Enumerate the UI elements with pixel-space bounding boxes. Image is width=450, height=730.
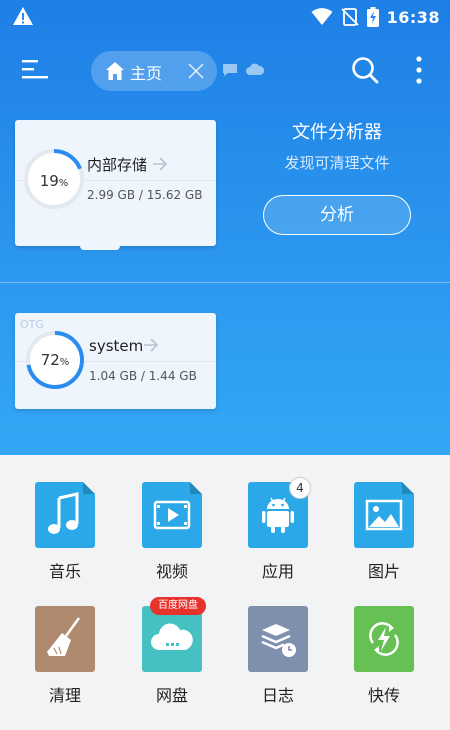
toolbar: 主页	[0, 40, 450, 102]
video-tile	[142, 482, 202, 548]
internal-usage-percent: 19%	[39, 172, 69, 190]
arrow-right-icon	[144, 338, 159, 352]
category-music[interactable]: 音乐	[20, 482, 110, 582]
system-storage-size: 1.04 GB / 1.44 GB	[89, 369, 197, 383]
category-label: 日志	[261, 686, 294, 705]
warning-icon	[13, 7, 33, 25]
category-transfer[interactable]: 快传	[339, 606, 429, 706]
images-tile	[354, 482, 414, 548]
header-area: 16:38 主页 19% 内部存储 2.99 GB / 15.62 GB 文件分…	[0, 0, 450, 455]
category-label: 快传	[367, 686, 400, 705]
internal-storage-card[interactable]: 19% 内部存储 2.99 GB / 15.62 GB	[15, 120, 216, 246]
system-usage-percent: 72%	[40, 351, 70, 369]
analyze-button[interactable]: 分析	[263, 195, 411, 235]
no-signal-icon	[340, 8, 359, 26]
home-icon	[106, 62, 124, 80]
internal-storage-title: 内部存储	[87, 156, 148, 174]
system-storage-card[interactable]: 72% system 1.04 GB / 1.44 GB	[15, 313, 216, 409]
cloud-tab-icon[interactable]	[246, 63, 264, 75]
log-icon	[261, 624, 296, 657]
category-label: 清理	[48, 686, 81, 705]
category-label: 网盘	[155, 686, 188, 705]
netdisk-tile	[142, 606, 202, 672]
tab-home[interactable]: 主页	[91, 51, 217, 91]
category-apps[interactable]: 应用	[233, 482, 323, 582]
broom-icon	[47, 617, 81, 656]
apps-update-badge: 4	[289, 477, 311, 499]
baidu-netdisk-badge: 百度网盘	[150, 597, 206, 615]
analyzer-title: 文件分析器	[292, 122, 382, 143]
wifi-icon	[311, 8, 333, 25]
tab-home-label: 主页	[130, 64, 163, 83]
category-images[interactable]: 图片	[339, 482, 429, 582]
tab-extra-icons	[222, 63, 264, 77]
transfer-icon	[369, 622, 399, 656]
music-tile	[35, 482, 95, 548]
category-log[interactable]: 日志	[233, 606, 323, 706]
category-label: 音乐	[48, 562, 81, 581]
search-icon[interactable]	[350, 55, 380, 85]
internal-storage-size: 2.99 GB / 15.62 GB	[87, 188, 203, 202]
category-clean[interactable]: 清理	[20, 606, 110, 706]
category-video[interactable]: 视频	[127, 482, 217, 582]
clean-tile	[35, 606, 95, 672]
menu-icon[interactable]	[20, 56, 50, 86]
cloud-icon	[151, 623, 193, 650]
arrow-right-icon	[153, 157, 168, 171]
otg-label: OTG	[20, 318, 44, 331]
log-tile	[248, 606, 308, 672]
category-label: 图片	[367, 562, 400, 581]
card-notch	[80, 244, 120, 250]
category-label: 应用	[261, 562, 294, 581]
divider	[0, 282, 450, 283]
status-time: 16:38	[386, 7, 440, 27]
category-grid: 音乐 视频 应用 图片 清理 网盘 日志 快传	[0, 455, 450, 730]
more-vertical-icon[interactable]	[412, 54, 426, 86]
close-tab-icon[interactable]	[187, 62, 205, 80]
transfer-tile	[354, 606, 414, 672]
message-icon[interactable]	[222, 63, 238, 77]
status-bar: 16:38	[0, 0, 450, 34]
category-label: 视频	[155, 562, 188, 581]
system-storage-title: system	[89, 337, 144, 355]
analyzer-subtitle: 发现可清理文件	[284, 154, 390, 172]
battery-charging-icon	[366, 7, 379, 27]
category-netdisk[interactable]: 网盘	[127, 606, 217, 706]
